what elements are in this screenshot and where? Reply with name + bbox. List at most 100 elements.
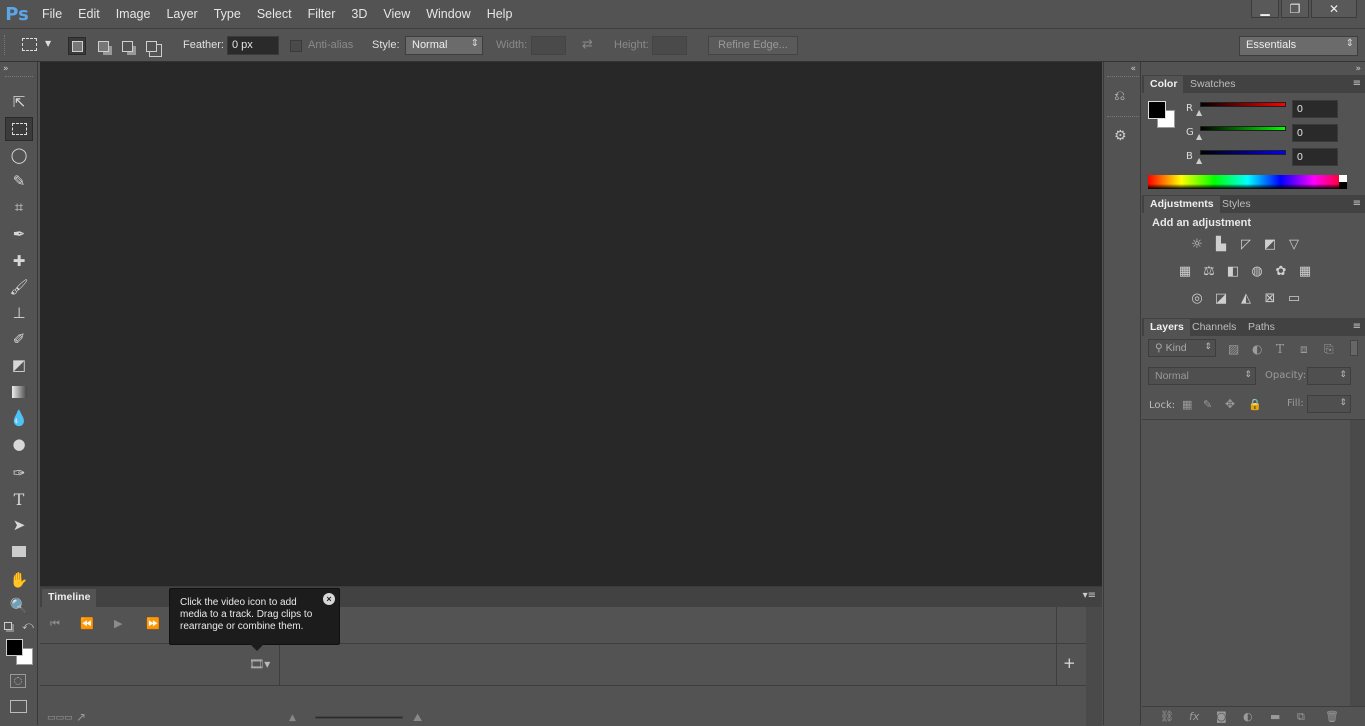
- color-lookup-icon[interactable]: ▦: [1296, 263, 1314, 279]
- timeline-scrollbar[interactable]: [1086, 607, 1102, 726]
- eraser-tool-icon[interactable]: ◩: [5, 353, 33, 377]
- blue-slider-handle-icon[interactable]: ▲: [1196, 156, 1202, 165]
- previous-frame-icon[interactable]: ⏪: [80, 617, 94, 630]
- hand-tool-icon[interactable]: ✋: [5, 568, 33, 592]
- expand-toolbar-icon[interactable]: »: [3, 64, 9, 74]
- play-icon[interactable]: ▶: [114, 617, 122, 630]
- menu-3d[interactable]: 3D: [343, 7, 375, 21]
- tooltip-close-icon[interactable]: ×: [323, 593, 335, 605]
- tab-layers[interactable]: Layers: [1144, 319, 1190, 336]
- color-panel-foreground-swatch[interactable]: [1148, 101, 1166, 119]
- threshold-icon[interactable]: ◭: [1237, 290, 1255, 306]
- lock-position-icon[interactable]: ✥: [1225, 397, 1235, 411]
- default-colors-icon[interactable]: [4, 622, 12, 630]
- dodge-tool-icon[interactable]: ●: [5, 432, 33, 456]
- vibrance-icon[interactable]: ▽: [1285, 236, 1303, 252]
- zoom-tool-icon[interactable]: 🔍: [5, 594, 33, 618]
- move-tool-icon[interactable]: ⇱: [5, 90, 33, 114]
- go-to-first-frame-icon[interactable]: ⏮: [50, 617, 60, 631]
- menu-view[interactable]: View: [375, 7, 418, 21]
- red-channel-slider[interactable]: [1200, 102, 1286, 107]
- layers-scrollbar[interactable]: [1350, 420, 1365, 706]
- black-white-icon[interactable]: ◧: [1224, 263, 1242, 279]
- curves-icon[interactable]: ◸: [1237, 236, 1255, 252]
- type-tool-icon[interactable]: T: [5, 487, 33, 511]
- workspace-select[interactable]: Essentials: [1239, 36, 1358, 56]
- rectangle-tool-icon[interactable]: [5, 539, 33, 563]
- green-slider-handle-icon[interactable]: ▲: [1196, 132, 1202, 141]
- tab-color[interactable]: Color: [1144, 76, 1184, 93]
- crop-tool-icon[interactable]: ⌗: [5, 195, 33, 219]
- layers-panel-menu-icon[interactable]: ≡: [1353, 321, 1361, 332]
- lock-image-pixels-icon[interactable]: ✎: [1203, 398, 1212, 411]
- render-video-icon[interactable]: ▭▭▭: [47, 713, 73, 723]
- properties-panel-icon[interactable]: ⚙: [1114, 128, 1127, 144]
- red-slider-handle-icon[interactable]: ▲: [1196, 108, 1202, 117]
- menu-edit[interactable]: Edit: [70, 7, 108, 21]
- color-spectrum-ramp[interactable]: [1148, 175, 1347, 189]
- layers-list[interactable]: [1142, 420, 1349, 706]
- refine-edge-button[interactable]: Refine Edge...: [708, 36, 798, 55]
- lasso-tool-icon[interactable]: ◯: [5, 143, 33, 167]
- tab-paths[interactable]: Paths: [1242, 319, 1281, 336]
- pen-tool-icon[interactable]: ✑: [5, 461, 33, 485]
- lock-transparent-pixels-icon[interactable]: ▦: [1182, 398, 1192, 411]
- history-panel-icon[interactable]: ⎌: [1114, 88, 1125, 104]
- swap-dimensions-icon[interactable]: ⇄: [582, 37, 593, 52]
- layer-filter-kind-select[interactable]: ⚲ Kind: [1148, 339, 1216, 357]
- tab-adjustments[interactable]: Adjustments: [1144, 196, 1220, 213]
- zoom-out-timeline-icon[interactable]: ▲: [289, 713, 296, 723]
- red-value-input[interactable]: 0: [1292, 100, 1338, 118]
- menu-file[interactable]: File: [34, 7, 70, 21]
- opacity-input[interactable]: [1307, 367, 1351, 385]
- photo-filter-icon[interactable]: ◍: [1248, 263, 1266, 279]
- layer-style-icon[interactable]: fx: [1189, 710, 1199, 723]
- filter-toggle-switch[interactable]: [1350, 340, 1358, 356]
- intersect-selection-icon[interactable]: [142, 37, 160, 55]
- height-input[interactable]: [652, 36, 687, 55]
- blend-mode-select[interactable]: Normal: [1148, 367, 1256, 385]
- clone-stamp-tool-icon[interactable]: ⊥: [5, 301, 33, 325]
- filter-adjustment-layers-icon[interactable]: ◐: [1252, 342, 1262, 356]
- swap-colors-icon[interactable]: ⤺: [22, 619, 34, 633]
- healing-brush-tool-icon[interactable]: ✚: [5, 249, 33, 273]
- preset-dropdown-icon[interactable]: ▼: [45, 39, 51, 48]
- history-brush-tool-icon[interactable]: ✐: [5, 327, 33, 351]
- new-adjustment-layer-icon[interactable]: ◐: [1243, 710, 1253, 723]
- fill-input[interactable]: [1307, 395, 1351, 413]
- restore-button[interactable]: ❐: [1281, 0, 1309, 18]
- menu-type[interactable]: Type: [206, 7, 249, 21]
- add-mask-icon[interactable]: ◙: [1216, 710, 1227, 723]
- new-selection-icon[interactable]: [68, 37, 86, 55]
- convert-to-frame-animation-icon[interactable]: ↗: [76, 710, 86, 724]
- exposure-icon[interactable]: ◩: [1261, 236, 1279, 252]
- filter-type-layers-icon[interactable]: T: [1276, 342, 1284, 356]
- adjustments-panel-menu-icon[interactable]: ≡: [1353, 198, 1361, 209]
- new-group-icon[interactable]: ▬: [1270, 710, 1280, 723]
- screen-mode-icon[interactable]: [10, 700, 27, 713]
- delete-layer-icon[interactable]: 🗑: [1325, 710, 1339, 723]
- new-layer-icon[interactable]: ⧉: [1297, 710, 1305, 724]
- blue-channel-slider[interactable]: [1200, 150, 1286, 155]
- hue-saturation-icon[interactable]: ▦: [1176, 263, 1194, 279]
- tab-timeline[interactable]: Timeline: [42, 589, 97, 607]
- filter-pixel-layers-icon[interactable]: ▨: [1228, 342, 1239, 356]
- subtract-from-selection-icon[interactable]: [118, 37, 136, 55]
- blue-value-input[interactable]: 0: [1292, 148, 1338, 166]
- channel-mixer-icon[interactable]: ✿: [1272, 263, 1290, 279]
- white-swatch[interactable]: [1339, 175, 1347, 182]
- posterize-icon[interactable]: ◪: [1212, 290, 1230, 306]
- path-selection-tool-icon[interactable]: ➤: [5, 513, 33, 537]
- menu-select[interactable]: Select: [249, 7, 300, 21]
- selective-color-icon[interactable]: ⊠: [1261, 290, 1279, 306]
- menu-help[interactable]: Help: [479, 7, 521, 21]
- tab-styles[interactable]: Styles: [1216, 196, 1257, 213]
- filter-smart-objects-icon[interactable]: ⎘: [1324, 342, 1334, 357]
- tab-channels[interactable]: Channels: [1186, 319, 1242, 336]
- style-select[interactable]: Normal: [405, 36, 483, 55]
- green-channel-slider[interactable]: [1200, 126, 1286, 131]
- menu-filter[interactable]: Filter: [300, 7, 344, 21]
- brightness-contrast-icon[interactable]: ☼: [1188, 236, 1206, 252]
- menu-window[interactable]: Window: [418, 7, 478, 21]
- foreground-color-swatch[interactable]: [6, 639, 23, 656]
